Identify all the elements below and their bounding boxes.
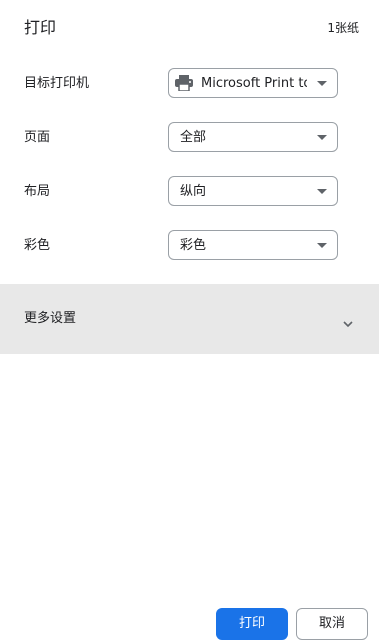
cancel-button[interactable]: 取消 [296,608,368,640]
print-button[interactable]: 打印 [216,608,288,640]
layout-value: 纵向 [180,184,207,199]
destination-value: Microsoft Print to PDF [201,76,307,91]
chevron-down-icon [343,313,353,328]
more-settings-toggle[interactable]: 更多设置 [0,284,379,354]
color-label: 彩色 [24,238,51,253]
printer-icon [175,75,193,92]
dropdown-arrow-icon [317,135,327,140]
destination-select[interactable]: Microsoft Print to PDF [168,68,338,98]
color-row: 彩色 彩色 [0,219,379,273]
layout-row: 布局 纵向 [0,165,379,219]
layout-select[interactable]: 纵向 [168,176,338,206]
pages-label: 页面 [24,130,51,145]
destination-row: 目标打印机 Microsoft Print to PDF [0,57,379,111]
page-title: 打印 [24,18,57,37]
more-settings-label: 更多设置 [24,311,77,326]
pages-value: 全部 [180,130,207,145]
dropdown-arrow-icon [317,81,327,86]
dropdown-arrow-icon [317,189,327,194]
destination-label: 目标打印机 [24,76,90,91]
layout-label: 布局 [24,184,51,199]
pages-select[interactable]: 全部 [168,122,338,152]
dropdown-arrow-icon [317,243,327,248]
color-value: 彩色 [180,238,207,253]
color-select[interactable]: 彩色 [168,230,338,260]
print-dialog-header: 打印 1张纸 [0,0,379,56]
sheet-count: 1张纸 [327,21,359,35]
pages-row: 页面 全部 [0,111,379,165]
